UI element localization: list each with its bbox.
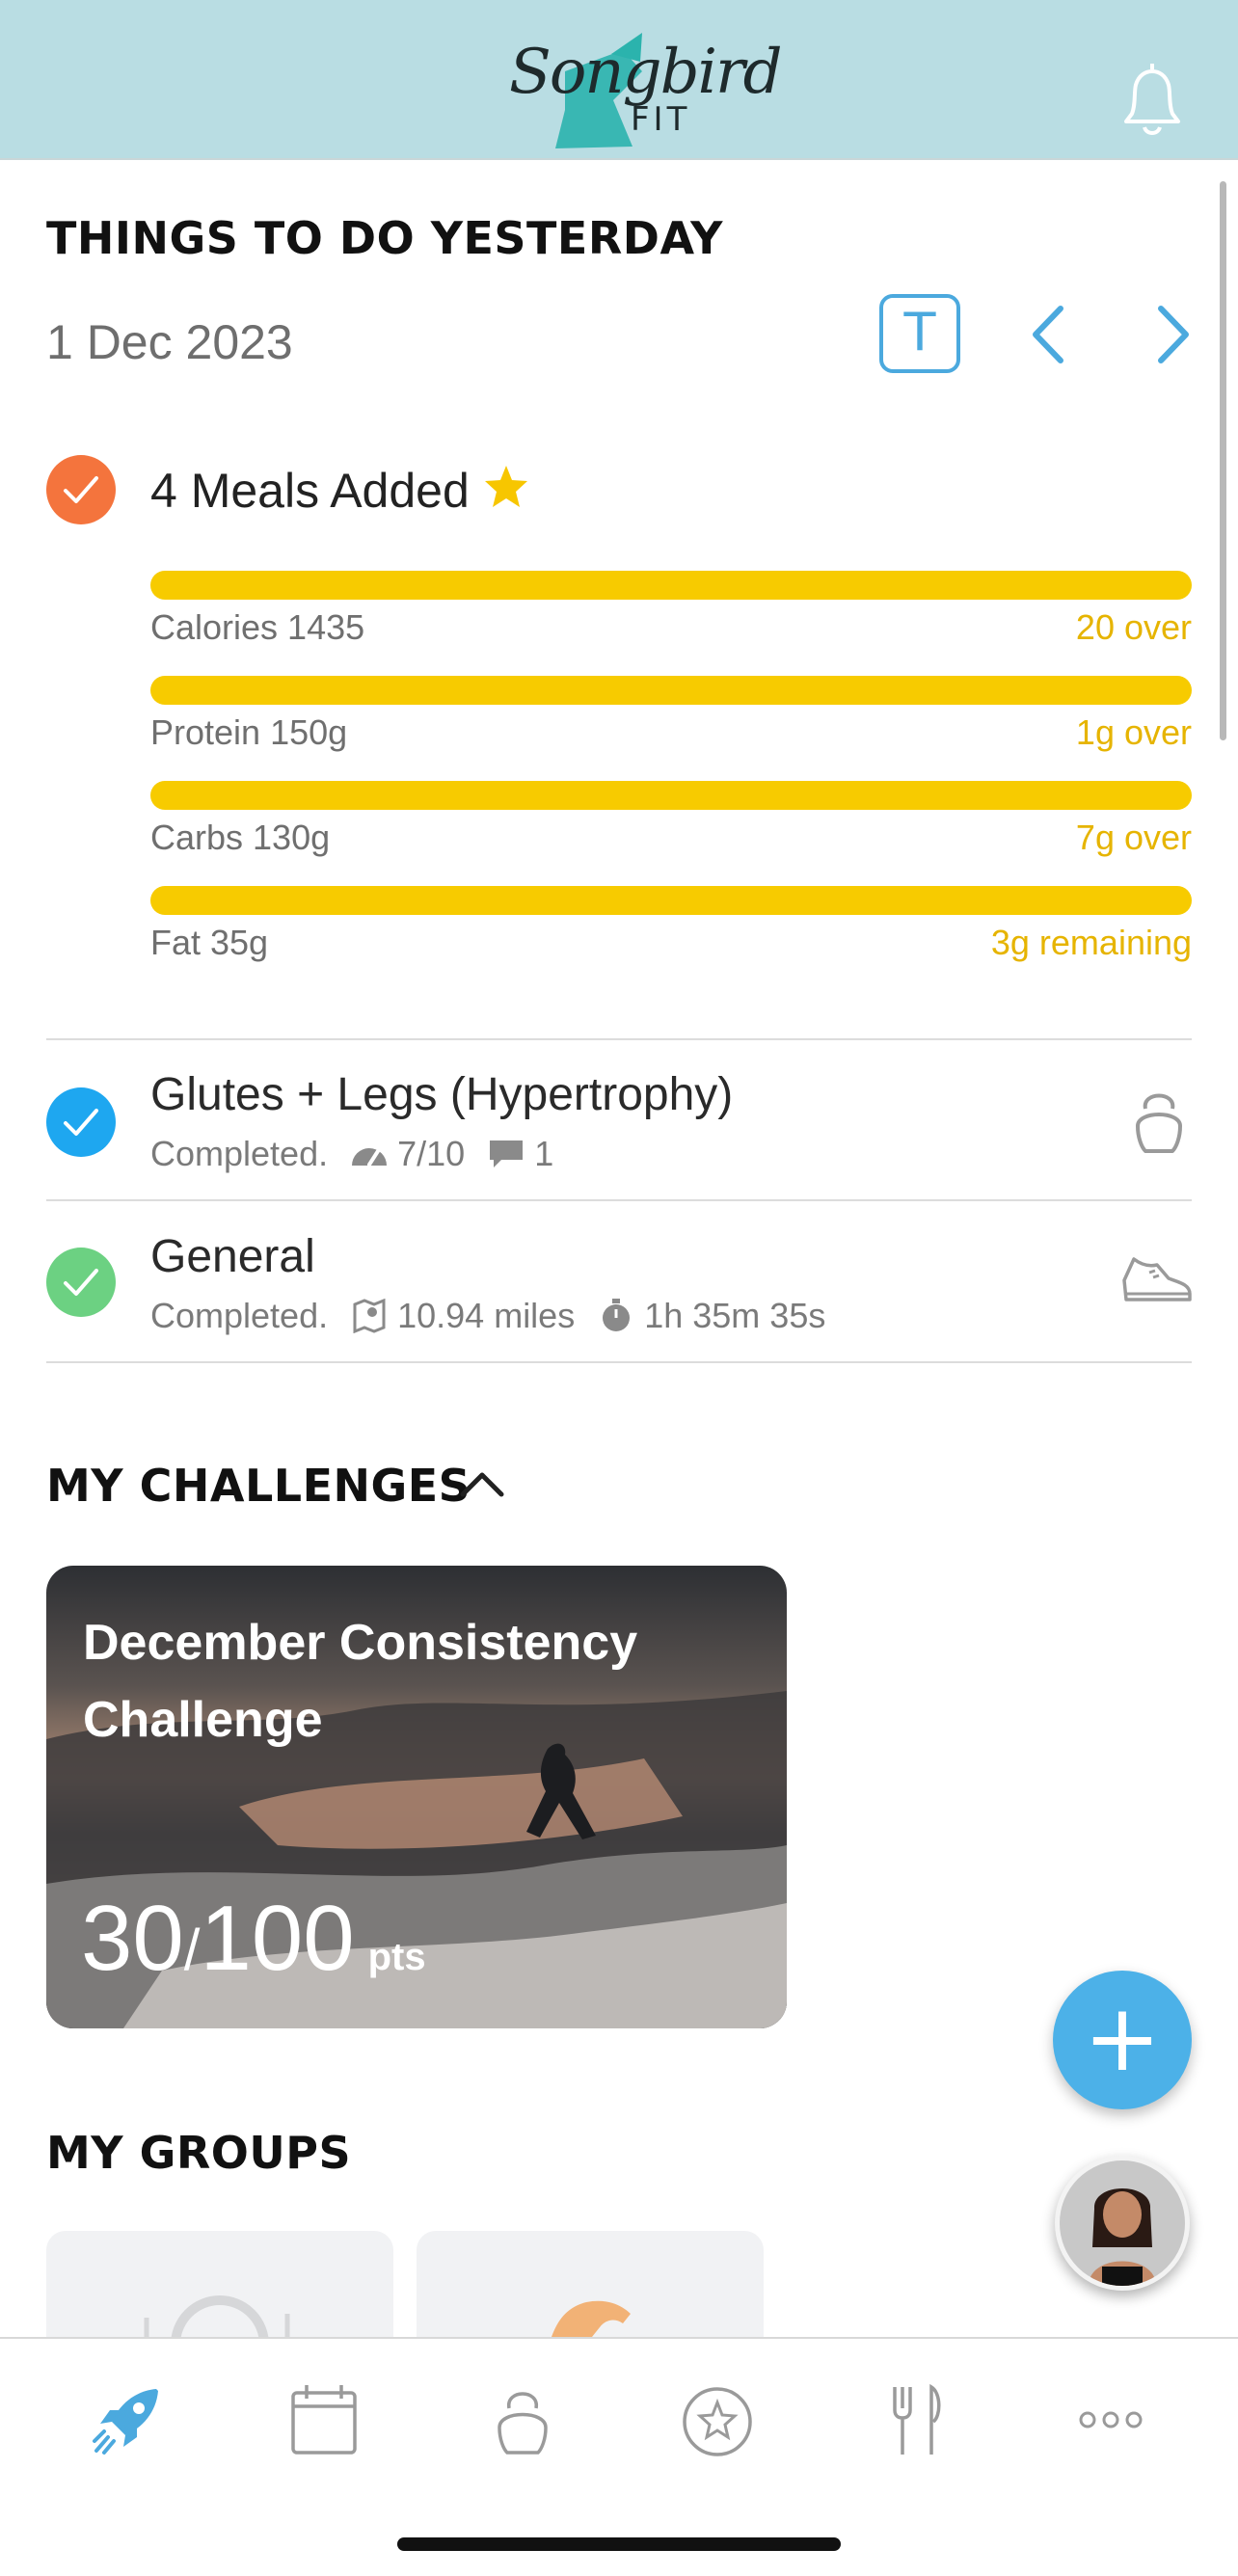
badge-star-icon[interactable]	[679, 2381, 756, 2458]
divider	[46, 1038, 1192, 1040]
challenge-title: December Consistency Challenge	[83, 1615, 638, 1748]
section-title-groups: MY GROUPS	[46, 2127, 352, 2179]
fat-bar	[150, 886, 1192, 915]
general-subline: Completed. 10.94 miles 1h 35m 35s	[150, 1296, 825, 1336]
carbs-status: 7g over	[1075, 818, 1192, 857]
general-title: General	[150, 1231, 315, 1282]
challenge-points-unit: pts	[367, 1936, 426, 1978]
chevron-up-icon[interactable]	[457, 1467, 507, 1500]
challenge-points-total: 100	[200, 1887, 355, 1990]
gauge-icon	[349, 1137, 390, 1171]
coach-avatar[interactable]	[1055, 2156, 1190, 2291]
workout-comments: 1	[534, 1134, 554, 1173]
general-status: Completed.	[150, 1296, 329, 1335]
workout-title: Glutes + Legs (Hypertrophy)	[150, 1069, 734, 1120]
logo-sub: FIT	[631, 100, 691, 139]
workout-check-icon[interactable]	[46, 1087, 116, 1157]
add-button[interactable]: +	[1053, 1971, 1192, 2109]
protein-label: Protein 150g	[150, 712, 348, 752]
general-check-icon[interactable]	[46, 1248, 116, 1317]
group-image	[552, 2300, 631, 2337]
comment-icon	[486, 1137, 526, 1171]
plus-icon: +	[1083, 1984, 1162, 2092]
stopwatch-icon	[596, 1299, 636, 1333]
calendar-icon[interactable]	[285, 2381, 363, 2458]
meals-check-icon[interactable]	[46, 455, 116, 524]
section-title-things-to-do: THINGS TO DO YESTERDAY	[46, 212, 723, 264]
rocket-icon[interactable]	[89, 2381, 166, 2458]
challenge-points-separator: /	[183, 1918, 201, 1982]
workout-subline: Completed. 7/10 1	[150, 1134, 553, 1174]
challenge-points-current: 30	[81, 1887, 184, 1990]
star-icon	[482, 463, 530, 511]
group-card[interactable]	[46, 2231, 393, 2394]
app-header: Songbird FIT	[0, 0, 1238, 160]
group-image	[144, 2295, 290, 2394]
logo-text: Songbird	[509, 37, 783, 108]
carbs-label: Carbs 130g	[150, 818, 331, 857]
scrollbar[interactable]	[1220, 181, 1226, 740]
general-duration: 1h 35m 35s	[644, 1296, 826, 1335]
fat-status: 3g remaining	[990, 923, 1192, 962]
home-indicator[interactable]	[397, 2537, 841, 2551]
protein-status: 1g over	[1075, 712, 1192, 752]
workout-status: Completed.	[150, 1134, 329, 1173]
bell-icon[interactable]	[1118, 58, 1186, 139]
kettlebell-icon	[1124, 1084, 1194, 1157]
previous-day-icon[interactable]	[1024, 301, 1072, 368]
divider	[46, 1199, 1192, 1201]
fat-label: Fat 35g	[150, 923, 269, 962]
calories-status: 20 over	[1075, 607, 1192, 647]
challenge-card[interactable]: December Consistency Challenge 30/100 pts	[46, 1566, 787, 2028]
divider	[46, 1361, 1192, 1363]
kettlebell-icon[interactable]	[484, 2381, 561, 2458]
group-card[interactable]	[417, 2231, 764, 2337]
next-day-icon[interactable]	[1149, 301, 1198, 368]
section-title-challenges: MY CHALLENGES	[46, 1460, 471, 1512]
general-distance: 10.94 miles	[397, 1296, 576, 1335]
more-icon[interactable]	[1072, 2381, 1149, 2458]
challenge-points: 30/100 pts	[81, 1886, 426, 1992]
protein-bar	[150, 676, 1192, 705]
fork-knife-icon[interactable]	[877, 2381, 955, 2458]
workout-rating: 7/10	[397, 1134, 466, 1173]
date-label: 1 Dec 2023	[46, 315, 293, 369]
calories-label: Calories 1435	[150, 607, 365, 647]
songbird-logo: Songbird FIT	[498, 33, 783, 158]
meals-added-label[interactable]: 4 Meals Added	[150, 463, 470, 519]
carbs-bar	[150, 781, 1192, 810]
shoe-icon	[1120, 1251, 1194, 1309]
today-button[interactable]: T	[879, 294, 960, 373]
calories-bar	[150, 571, 1192, 600]
map-pin-icon	[349, 1298, 390, 1334]
